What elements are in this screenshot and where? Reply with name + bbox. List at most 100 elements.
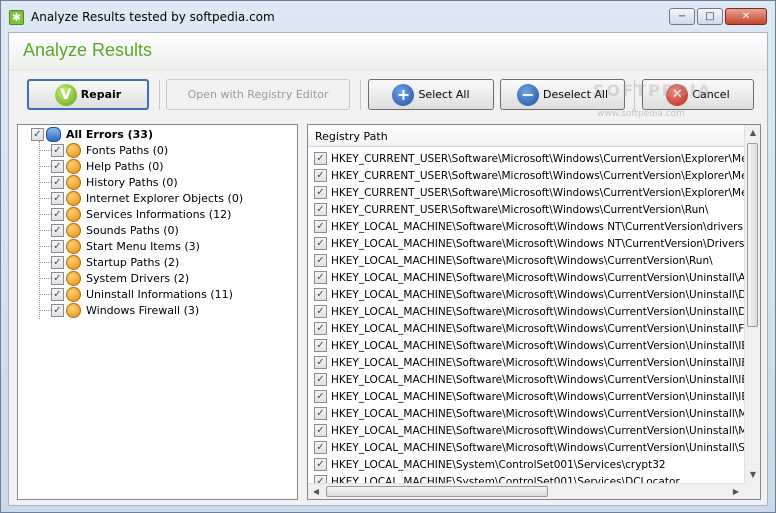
registry-path: HKEY_LOCAL_MACHINE\Software\Microsoft\Wi… [331, 356, 744, 369]
row-checkbox[interactable]: ✓ [314, 424, 327, 437]
list-item[interactable]: ✓ HKEY_LOCAL_MACHINE\Software\Microsoft\W… [308, 439, 744, 456]
tree-item-checkbox[interactable]: ✓ [51, 287, 64, 301]
tree-item-checkbox[interactable]: ✓ [51, 255, 64, 269]
list-item[interactable]: ✓ HKEY_LOCAL_MACHINE\Software\Microsoft\W… [308, 422, 744, 439]
horizontal-scrollbar[interactable]: ◀ ▶ [308, 483, 744, 499]
row-checkbox[interactable]: ✓ [314, 339, 327, 352]
tree-item[interactable]: ✓ Services Informations (12) [51, 206, 231, 222]
list-item[interactable]: ✓ HKEY_CURRENT_USER\Software\Microsoft\Wi… [308, 150, 744, 167]
tree-connector [39, 150, 51, 151]
scroll-right-icon[interactable]: ▶ [728, 484, 744, 500]
row-checkbox[interactable]: ✓ [314, 254, 327, 267]
minimize-button[interactable]: − [669, 8, 695, 25]
tree-item[interactable]: ✓ Internet Explorer Objects (0) [51, 190, 243, 206]
tree-item-checkbox[interactable]: ✓ [51, 207, 64, 221]
registry-path: HKEY_LOCAL_MACHINE\Software\Microsoft\Wi… [331, 237, 744, 250]
tree-item-checkbox[interactable]: ✓ [51, 175, 64, 189]
column-header-registry-path[interactable]: Registry Path [308, 125, 744, 147]
vertical-scroll-thumb[interactable] [747, 143, 758, 327]
list-item[interactable]: ✓ HKEY_CURRENT_USER\Software\Microsoft\Wi… [308, 201, 744, 218]
window-title: Analyze Results tested by softpedia.com [31, 10, 275, 24]
list-item[interactable]: ✓ HKEY_LOCAL_MACHINE\Software\Microsoft\W… [308, 269, 744, 286]
tree-connector [39, 230, 51, 231]
tree-item[interactable]: ✓ Start Menu Items (3) [51, 238, 200, 254]
scroll-up-icon[interactable]: ▲ [745, 125, 761, 141]
open-registry-editor-button[interactable]: Open with Registry Editor [166, 79, 350, 110]
row-checkbox[interactable]: ✓ [314, 356, 327, 369]
list-item[interactable]: ✓ HKEY_LOCAL_MACHINE\Software\Microsoft\W… [308, 303, 744, 320]
row-checkbox[interactable]: ✓ [314, 458, 327, 471]
list-item[interactable]: ✓ HKEY_LOCAL_MACHINE\Software\Microsoft\W… [308, 337, 744, 354]
tree-root-checkbox[interactable]: ✓ [31, 127, 44, 141]
tree-item-label: Services Informations (12) [86, 207, 232, 221]
row-checkbox[interactable]: ✓ [314, 390, 327, 403]
list-item[interactable]: ✓ HKEY_LOCAL_MACHINE\System\ControlSet001… [308, 473, 744, 483]
scroll-left-icon[interactable]: ◀ [308, 484, 324, 500]
list-item[interactable]: ✓ HKEY_CURRENT_USER\Software\Microsoft\Wi… [308, 167, 744, 184]
tree-item[interactable]: ✓ Help Paths (0) [51, 158, 164, 174]
tree-item-checkbox[interactable]: ✓ [51, 303, 64, 317]
repair-label: Repair [80, 88, 122, 101]
row-checkbox[interactable]: ✓ [314, 441, 327, 454]
tree-item[interactable]: ✓ Fonts Paths (0) [51, 142, 168, 158]
tree-item[interactable]: ✓ History Paths (0) [51, 174, 178, 190]
tree-item-checkbox[interactable]: ✓ [51, 271, 64, 285]
tree-item-checkbox[interactable]: ✓ [51, 159, 64, 173]
registry-path: HKEY_LOCAL_MACHINE\Software\Microsoft\Wi… [331, 305, 744, 318]
list-item[interactable]: ✓ HKEY_LOCAL_MACHINE\Software\Microsoft\W… [308, 286, 744, 303]
list-item[interactable]: ✓ HKEY_CURRENT_USER\Software\Microsoft\Wi… [308, 184, 744, 201]
tree-item[interactable]: ✓ Windows Firewall (3) [51, 302, 199, 318]
registry-path: HKEY_CURRENT_USER\Software\Microsoft\Win… [331, 203, 709, 216]
row-checkbox[interactable]: ✓ [314, 322, 327, 335]
tree-item-checkbox[interactable]: ✓ [51, 191, 64, 205]
tree-item-checkbox[interactable]: ✓ [51, 223, 64, 237]
registry-path: HKEY_LOCAL_MACHINE\Software\Microsoft\Wi… [331, 288, 744, 301]
tree-item-checkbox[interactable]: ✓ [51, 143, 64, 157]
tree-item-label: Startup Paths (2) [86, 255, 180, 269]
tree-item[interactable]: ✓ System Drivers (2) [51, 270, 189, 286]
scroll-down-icon[interactable]: ▼ [745, 467, 761, 483]
title-bar[interactable]: ✱ Analyze Results tested by softpedia.co… [1, 1, 775, 33]
category-icon [66, 254, 81, 270]
row-checkbox[interactable]: ✓ [314, 186, 327, 199]
select-all-button[interactable]: + Select All [368, 79, 494, 110]
tree-connector [39, 262, 51, 263]
category-icon [66, 286, 81, 302]
row-checkbox[interactable]: ✓ [314, 407, 327, 420]
row-checkbox[interactable]: ✓ [314, 475, 327, 483]
tree-root[interactable]: ✓ All Errors (33) [31, 126, 153, 142]
repair-button[interactable]: V Repair [27, 79, 149, 110]
list-item[interactable]: ✓ HKEY_LOCAL_MACHINE\Software\Microsoft\W… [308, 405, 744, 422]
list-item[interactable]: ✓ HKEY_LOCAL_MACHINE\Software\Microsoft\W… [308, 388, 744, 405]
tree-item[interactable]: ✓ Sounds Paths (0) [51, 222, 179, 238]
list-item[interactable]: ✓ HKEY_LOCAL_MACHINE\Software\Microsoft\W… [308, 235, 744, 252]
row-checkbox[interactable]: ✓ [314, 237, 327, 250]
tree-item-label: Windows Firewall (3) [86, 303, 200, 317]
row-checkbox[interactable]: ✓ [314, 288, 327, 301]
row-checkbox[interactable]: ✓ [314, 169, 327, 182]
tree-item[interactable]: ✓ Uninstall Informations (11) [51, 286, 233, 302]
row-checkbox[interactable]: ✓ [314, 373, 327, 386]
list-item[interactable]: ✓ HKEY_LOCAL_MACHINE\Software\Microsoft\W… [308, 371, 744, 388]
tree-item[interactable]: ✓ Startup Paths (2) [51, 254, 179, 270]
close-button[interactable]: ✕ [725, 8, 767, 25]
row-checkbox[interactable]: ✓ [314, 203, 327, 216]
vertical-scrollbar[interactable]: ▲ ▼ [744, 125, 760, 483]
tree-item-label: Internet Explorer Objects (0) [86, 191, 244, 205]
tree-connector [39, 214, 51, 215]
tree-connector [39, 246, 51, 247]
row-checkbox[interactable]: ✓ [314, 271, 327, 284]
database-icon [46, 126, 61, 142]
list-item[interactable]: ✓ HKEY_LOCAL_MACHINE\Software\Microsoft\W… [308, 218, 744, 235]
row-checkbox[interactable]: ✓ [314, 305, 327, 318]
list-item[interactable]: ✓ HKEY_LOCAL_MACHINE\Software\Microsoft\W… [308, 252, 744, 269]
row-checkbox[interactable]: ✓ [314, 220, 327, 233]
list-item[interactable]: ✓ HKEY_LOCAL_MACHINE\System\ControlSet001… [308, 456, 744, 473]
row-checkbox[interactable]: ✓ [314, 152, 327, 165]
list-item[interactable]: ✓ HKEY_LOCAL_MACHINE\Software\Microsoft\W… [308, 320, 744, 337]
tree-item-checkbox[interactable]: ✓ [51, 239, 64, 253]
plus-icon: + [392, 83, 415, 106]
horizontal-scroll-thumb[interactable] [326, 486, 548, 497]
list-item[interactable]: ✓ HKEY_LOCAL_MACHINE\Software\Microsoft\W… [308, 354, 744, 371]
maximize-button[interactable]: □ [697, 8, 723, 25]
